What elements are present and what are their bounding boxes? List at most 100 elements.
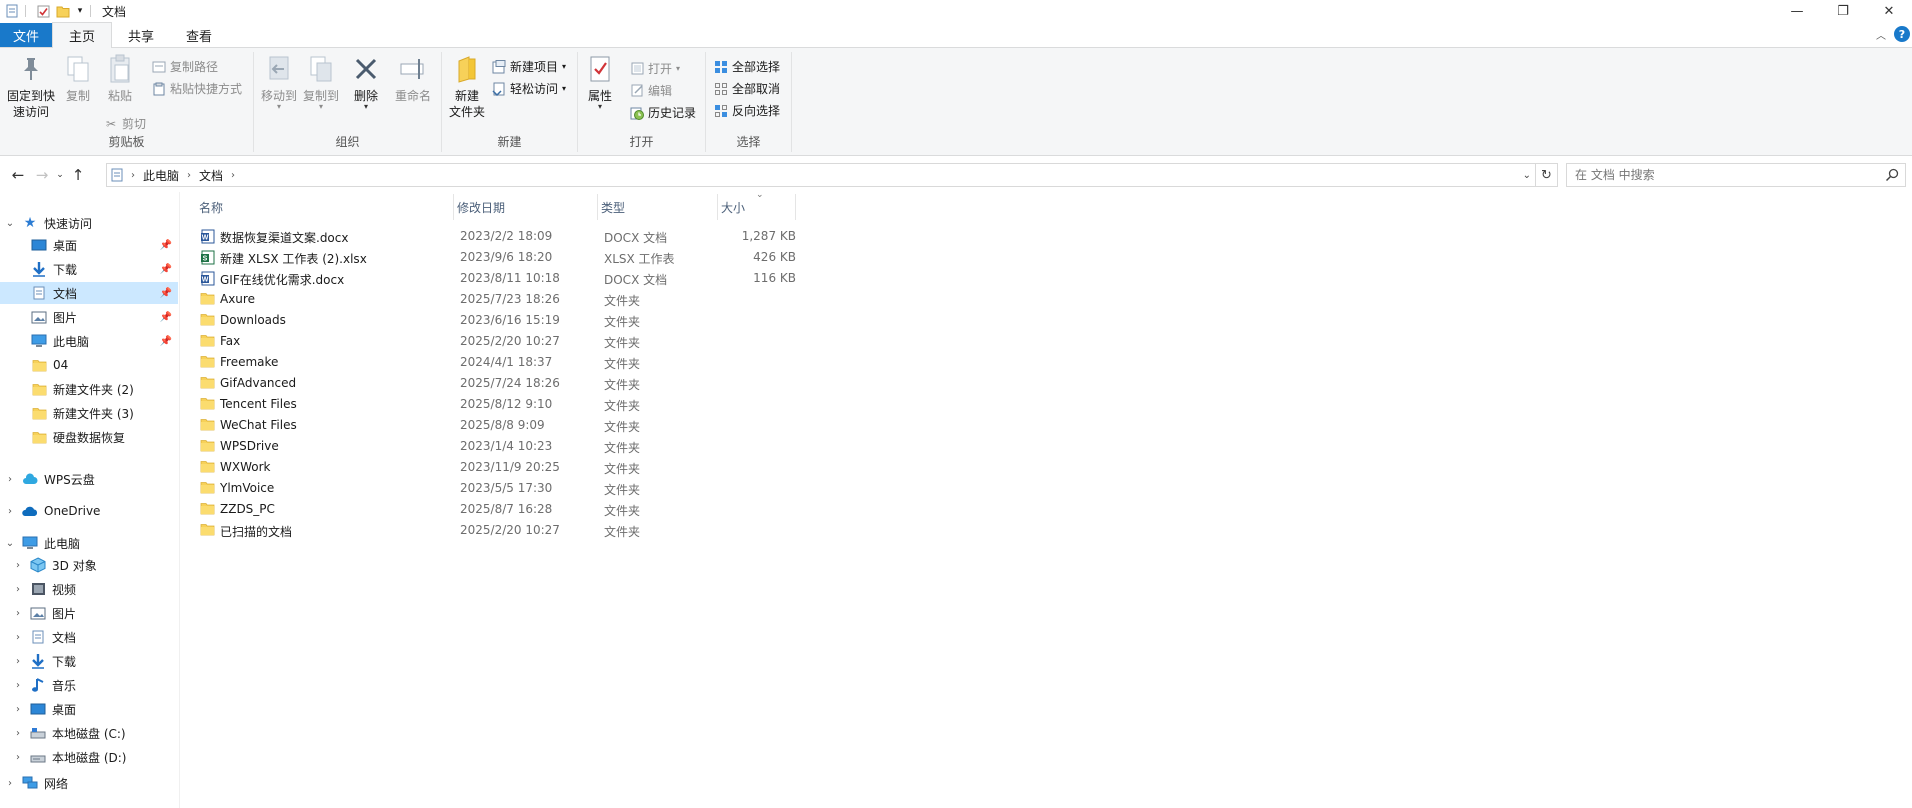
select-all-button[interactable]: 全部选择 bbox=[714, 58, 780, 75]
pin-icon[interactable]: 📌 bbox=[160, 240, 172, 251]
nav-quick-item[interactable]: 硬盘数据恢复 bbox=[0, 426, 178, 448]
delete-button[interactable]: 删除 ▾ bbox=[350, 52, 382, 111]
collapsed-chevron-icon[interactable]: › bbox=[12, 560, 24, 571]
search-box[interactable] bbox=[1566, 163, 1906, 187]
select-none-button[interactable]: 全部取消 bbox=[714, 80, 780, 97]
nav-wps-cloud[interactable]: › WPS云盘 bbox=[0, 468, 178, 490]
file-row[interactable]: Axure 2025/7/23 18:26 文件夹 bbox=[196, 289, 796, 310]
nav-quick-item[interactable]: 新建文件夹 (3) bbox=[0, 402, 178, 424]
nav-quick-item[interactable]: 04 bbox=[0, 354, 178, 376]
collapsed-chevron-icon[interactable]: › bbox=[12, 680, 24, 691]
nav-pc-item[interactable]: › 视频 bbox=[0, 578, 178, 600]
breadcrumb-documents[interactable]: 文档 bbox=[199, 167, 223, 184]
recent-locations-chevron-icon[interactable]: ⌄ bbox=[54, 170, 66, 180]
collapsed-chevron-icon[interactable]: › bbox=[12, 584, 24, 595]
tab-share[interactable]: 共享 bbox=[112, 23, 170, 47]
nav-pc-item[interactable]: › 下载 bbox=[0, 650, 178, 672]
invert-selection-button[interactable]: 反向选择 bbox=[714, 102, 780, 119]
file-row[interactable]: W 数据恢复渠道文案.docx 2023/2/2 18:09 DOCX 文档 1,287… bbox=[196, 226, 796, 247]
collapsed-chevron-icon[interactable]: › bbox=[12, 632, 24, 643]
expanded-chevron-icon[interactable]: ⌄ bbox=[4, 218, 16, 229]
collapsed-chevron-icon[interactable]: › bbox=[4, 506, 16, 517]
minimize-icon[interactable]: — bbox=[1774, 0, 1820, 22]
nav-quick-access[interactable]: ⌄ ★ 快速访问 bbox=[0, 212, 178, 234]
new-item-button[interactable]: 新建项目 ▾ bbox=[492, 58, 566, 75]
paste-shortcut-button[interactable]: 粘贴快捷方式 bbox=[152, 80, 242, 97]
nav-this-pc[interactable]: ⌄ 此电脑 bbox=[0, 532, 178, 554]
explorer-app-icon[interactable] bbox=[4, 3, 20, 19]
easy-access-button[interactable]: 轻松访问 ▾ bbox=[492, 80, 566, 97]
nav-pc-item[interactable]: › 本地磁盘 (C:) bbox=[0, 722, 178, 744]
search-icon[interactable] bbox=[1885, 168, 1899, 185]
nav-quick-item[interactable]: 图片 📌 bbox=[0, 306, 178, 328]
edit-button[interactable]: 编辑 bbox=[630, 82, 672, 99]
close-icon[interactable]: ✕ bbox=[1866, 0, 1912, 22]
nav-pc-item[interactable]: › 音乐 bbox=[0, 674, 178, 696]
nav-quick-item[interactable]: 新建文件夹 (2) bbox=[0, 378, 178, 400]
file-row[interactable]: Tencent Files 2025/8/12 9:10 文件夹 bbox=[196, 394, 796, 415]
pin-icon[interactable]: 📌 bbox=[160, 288, 172, 299]
breadcrumb-this-pc[interactable]: 此电脑 bbox=[143, 167, 179, 184]
new-folder-button[interactable]: 新建 文件夹 bbox=[446, 52, 488, 120]
nav-onedrive[interactable]: › OneDrive bbox=[0, 500, 178, 522]
tab-file[interactable]: 文件 bbox=[0, 23, 52, 47]
nav-quick-item[interactable]: 下载 📌 bbox=[0, 258, 178, 280]
nav-quick-item[interactable]: 此电脑 📌 bbox=[0, 330, 178, 352]
customize-quick-access-icon[interactable]: ▾ bbox=[75, 3, 85, 19]
breadcrumb-chevron-icon[interactable]: › bbox=[131, 170, 135, 181]
address-input[interactable]: › 此电脑 › 文档 › ⌄ bbox=[106, 163, 1536, 187]
file-row[interactable]: WPSDrive 2023/1/4 10:23 文件夹 bbox=[196, 436, 796, 457]
column-header-name[interactable]: 名称 bbox=[196, 194, 454, 220]
restore-icon[interactable]: ❐ bbox=[1820, 0, 1866, 22]
new-folder-quick-icon[interactable] bbox=[55, 3, 71, 19]
help-icon[interactable]: ? bbox=[1894, 26, 1910, 42]
collapsed-chevron-icon[interactable]: › bbox=[12, 752, 24, 763]
file-row[interactable]: Fax 2025/2/20 10:27 文件夹 bbox=[196, 331, 796, 352]
tab-home[interactable]: 主页 bbox=[52, 22, 113, 48]
file-row[interactable]: WeChat Files 2025/8/8 9:09 文件夹 bbox=[196, 415, 796, 436]
nav-quick-item[interactable]: 文档 📌 bbox=[0, 282, 178, 304]
collapsed-chevron-icon[interactable]: › bbox=[4, 778, 16, 789]
collapsed-chevron-icon[interactable]: › bbox=[12, 608, 24, 619]
expanded-chevron-icon[interactable]: ⌄ bbox=[4, 538, 16, 549]
properties-button[interactable]: 属性 ▾ bbox=[584, 52, 616, 111]
nav-pc-item[interactable]: › 本地磁盘 (D:) bbox=[0, 746, 178, 768]
copy-button[interactable]: 复制 bbox=[60, 52, 96, 104]
forward-arrow-icon[interactable]: → bbox=[30, 166, 54, 184]
nav-pc-item[interactable]: › 3D 对象 bbox=[0, 554, 178, 576]
pin-icon[interactable]: 📌 bbox=[160, 312, 172, 323]
history-button[interactable]: 历史记录 bbox=[630, 104, 696, 121]
collapsed-chevron-icon[interactable]: › bbox=[12, 728, 24, 739]
copy-path-button[interactable]: 复制路径 bbox=[152, 58, 218, 75]
collapsed-chevron-icon[interactable]: › bbox=[12, 656, 24, 667]
refresh-icon[interactable]: ↻ bbox=[1536, 163, 1558, 187]
cut-button[interactable]: ✂ 剪切 bbox=[104, 115, 146, 132]
tab-view[interactable]: 查看 bbox=[170, 23, 228, 47]
copy-to-button[interactable]: 复制到 ▾ bbox=[302, 52, 340, 111]
column-header-date[interactable]: 修改日期 bbox=[454, 194, 598, 220]
collapsed-chevron-icon[interactable]: › bbox=[12, 704, 24, 715]
file-row[interactable]: S 新建 XLSX 工作表 (2).xlsx 2023/9/6 18:20 XLSX … bbox=[196, 247, 796, 268]
file-row[interactable]: GifAdvanced 2025/7/24 18:26 文件夹 bbox=[196, 373, 796, 394]
nav-pc-item[interactable]: › 桌面 bbox=[0, 698, 178, 720]
file-row[interactable]: Downloads 2023/6/16 15:19 文件夹 bbox=[196, 310, 796, 331]
move-to-button[interactable]: 移动到 ▾ bbox=[260, 52, 298, 111]
file-row[interactable]: ZZDS_PC 2025/8/7 16:28 文件夹 bbox=[196, 499, 796, 520]
breadcrumb-chevron-icon[interactable]: › bbox=[187, 170, 191, 181]
nav-network[interactable]: › 网络 bbox=[0, 772, 178, 794]
paste-button[interactable]: 粘贴 bbox=[102, 52, 138, 104]
file-row[interactable]: Freemake 2024/4/1 18:37 文件夹 bbox=[196, 352, 796, 373]
pin-icon[interactable]: 📌 bbox=[160, 336, 172, 347]
nav-pc-item[interactable]: › 图片 bbox=[0, 602, 178, 624]
file-row[interactable]: 已扫描的文档 2025/2/20 10:27 文件夹 bbox=[196, 520, 796, 541]
pin-icon[interactable]: 📌 bbox=[160, 264, 172, 275]
nav-quick-item[interactable]: 桌面 📌 bbox=[0, 234, 178, 256]
file-row[interactable]: WXWork 2023/11/9 20:25 文件夹 bbox=[196, 457, 796, 478]
up-arrow-icon[interactable]: ↑ bbox=[66, 166, 90, 184]
breadcrumb-chevron-icon[interactable]: › bbox=[231, 170, 235, 181]
file-row[interactable]: W GIF在线优化需求.docx 2023/8/11 10:18 DOCX 文档 116… bbox=[196, 268, 796, 289]
rename-button[interactable]: 重命名 bbox=[392, 52, 434, 104]
search-input[interactable] bbox=[1575, 168, 1875, 182]
address-dropdown-icon[interactable]: ⌄ bbox=[1523, 170, 1531, 181]
pin-quick-access-button[interactable]: 固定到快 速访问 bbox=[4, 52, 58, 120]
